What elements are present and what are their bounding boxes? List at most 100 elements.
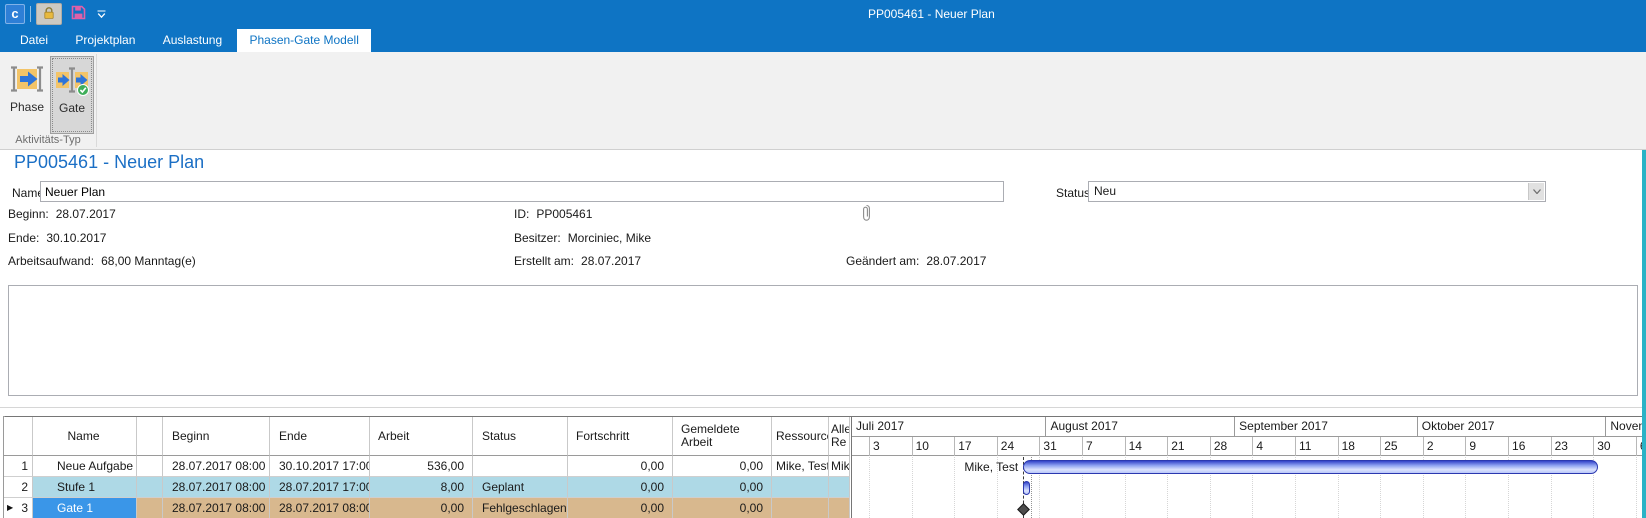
cell-arbeit-row2[interactable]: 8,00: [370, 477, 473, 498]
cell-alle-row2[interactable]: [829, 477, 850, 498]
gantt-week-tick: 24: [997, 437, 1037, 456]
gantt-gridline: [869, 457, 870, 518]
gantt-week-tick: 21: [1167, 437, 1207, 456]
column-header-ressource[interactable]: Ressource: [772, 417, 829, 456]
cell-status-row1[interactable]: [473, 456, 568, 477]
cell-beginn-row2[interactable]: 28.07.2017 08:00: [163, 477, 270, 498]
cell-num-row3[interactable]: 3▶: [4, 498, 33, 518]
gate-icon: [54, 64, 90, 99]
meta-id: ID:PP005461: [514, 207, 592, 221]
status-select-arrow[interactable]: [1528, 183, 1544, 200]
paperclip-icon[interactable]: [862, 204, 871, 225]
cell-arbeit-row3[interactable]: 0,00: [370, 498, 473, 518]
cell-icon-row2[interactable]: [137, 477, 163, 498]
tab-datei[interactable]: Datei: [8, 29, 60, 52]
column-header-num[interactable]: [4, 417, 33, 456]
save-icon: [71, 5, 86, 23]
gantt-month-label: August 2017: [1045, 417, 1234, 437]
tab-phasen-gate-modell[interactable]: Phasen-Gate Modell: [237, 29, 370, 52]
title-bar: c: [0, 0, 1646, 29]
status-select-value: Neu: [1094, 182, 1116, 201]
phase-button[interactable]: Phase: [6, 56, 48, 134]
gantt-week-tick: 10: [912, 437, 952, 456]
cell-fortschritt-row3[interactable]: 0,00: [568, 498, 673, 518]
gantt-bar-row2[interactable]: [1023, 481, 1030, 495]
gate-button[interactable]: Gate: [50, 56, 94, 134]
gantt-week-tick: 9: [1465, 437, 1505, 456]
meta-besitzer: Besitzer:Morciniec, Mike: [514, 231, 651, 245]
cell-ende-row1[interactable]: 30.10.2017 17:00: [270, 456, 370, 477]
gantt-bar-row1[interactable]: [1023, 460, 1597, 474]
cell-status-row3[interactable]: Fehlgeschlagen: [473, 498, 568, 518]
tab-projektplan[interactable]: Projektplan: [63, 29, 147, 52]
meta-beginn: Beginn:28.07.2017: [8, 207, 116, 221]
tab-auslastung[interactable]: Auslastung: [151, 29, 234, 52]
gantt-week-tick: 16: [1508, 437, 1548, 456]
cell-alle-row3[interactable]: [829, 498, 850, 518]
lock-button[interactable]: [36, 3, 62, 25]
column-header-beginn[interactable]: Beginn: [163, 417, 270, 456]
gantt-week-tick: 4: [1252, 437, 1292, 456]
gantt-week-tick: 14: [1125, 437, 1165, 456]
cell-ressource-row2[interactable]: [772, 477, 829, 498]
gantt-bar-label: Mike, Test: [898, 457, 1018, 478]
column-header-icon[interactable]: [137, 417, 163, 456]
cell-gemeldete-row1[interactable]: 0,00: [673, 456, 772, 477]
status-field-label: Status: [1056, 186, 1090, 200]
qat-dropdown-button[interactable]: [92, 3, 110, 25]
column-header-name[interactable]: Name: [33, 417, 137, 456]
chevron-down-icon: [1533, 189, 1541, 194]
gantt-week-tick: 11: [1295, 437, 1335, 456]
cell-beginn-row1[interactable]: 28.07.2017 08:00: [163, 456, 270, 477]
cell-num-row2[interactable]: 2: [4, 477, 33, 498]
gantt-gridline: [1636, 457, 1637, 518]
splitter[interactable]: [0, 407, 1646, 408]
gantt-milestone[interactable]: [1017, 503, 1030, 516]
column-header-status[interactable]: Status: [473, 417, 568, 456]
cell-name-row2[interactable]: Stufe 1: [33, 477, 137, 498]
cell-status-row2[interactable]: Geplant: [473, 477, 568, 498]
save-button[interactable]: [66, 3, 90, 25]
column-header-fortschritt[interactable]: Fortschritt: [568, 417, 673, 456]
chevron-down-icon: [97, 7, 106, 22]
description-textarea[interactable]: [8, 285, 1638, 396]
column-header-ende[interactable]: Ende: [270, 417, 370, 456]
cell-arbeit-row1[interactable]: 536,00: [370, 456, 473, 477]
column-header-alle[interactable]: Alle Re: [829, 417, 850, 456]
window-title: PP005461 - Neuer Plan: [868, 0, 995, 29]
cell-alle-row1[interactable]: Mike, Test: [829, 456, 850, 477]
column-header-arbeit[interactable]: Arbeit: [370, 417, 473, 456]
cell-fortschritt-row2[interactable]: 0,00: [568, 477, 673, 498]
cell-ende-row3[interactable]: 28.07.2017 08:00: [270, 498, 370, 518]
gantt-week-tick: 28: [1210, 437, 1250, 456]
app-icon[interactable]: c: [5, 4, 25, 24]
column-header-gemeldete[interactable]: Gemeldete Arbeit: [673, 417, 772, 456]
gantt-month-label: Oktober 2017: [1417, 417, 1606, 437]
qat-separator: [30, 6, 31, 22]
cell-icon-row3[interactable]: [137, 498, 163, 518]
cell-ressource-row3[interactable]: [772, 498, 829, 518]
cell-name-row1[interactable]: Neue Aufgabe: [33, 456, 137, 477]
cell-ressource-row1[interactable]: Mike, Test: [772, 456, 829, 477]
cell-icon-row1[interactable]: [137, 456, 163, 477]
cell-num-row1[interactable]: 1: [4, 456, 33, 477]
gantt-week-tick: 3: [869, 437, 909, 456]
gate-button-label: Gate: [51, 101, 93, 115]
status-select[interactable]: Neu: [1088, 181, 1546, 202]
meta-arbeitsaufwand: Arbeitsaufwand:68,00 Manntag(e): [8, 254, 196, 268]
meta-geaendert-am: Geändert am:28.07.2017: [846, 254, 986, 268]
meta-erstellt-am: Erstellt am:28.07.2017: [514, 254, 641, 268]
window-right-edge: [1642, 150, 1646, 518]
cell-gemeldete-row3[interactable]: 0,00: [673, 498, 772, 518]
cell-name-row3[interactable]: Gate 1: [33, 498, 137, 518]
gantt-week-tick: 23: [1551, 437, 1591, 456]
cell-gemeldete-row2[interactable]: 0,00: [673, 477, 772, 498]
cell-fortschritt-row1[interactable]: 0,00: [568, 456, 673, 477]
gantt-week-tick: 18: [1338, 437, 1378, 456]
name-input[interactable]: [40, 181, 1004, 202]
cell-beginn-row3[interactable]: 28.07.2017 08:00: [163, 498, 270, 518]
phase-icon: [10, 63, 44, 98]
gantt-week-tick: 25: [1380, 437, 1420, 456]
page-title: PP005461 - Neuer Plan: [14, 152, 204, 173]
cell-ende-row2[interactable]: 28.07.2017 17:00: [270, 477, 370, 498]
